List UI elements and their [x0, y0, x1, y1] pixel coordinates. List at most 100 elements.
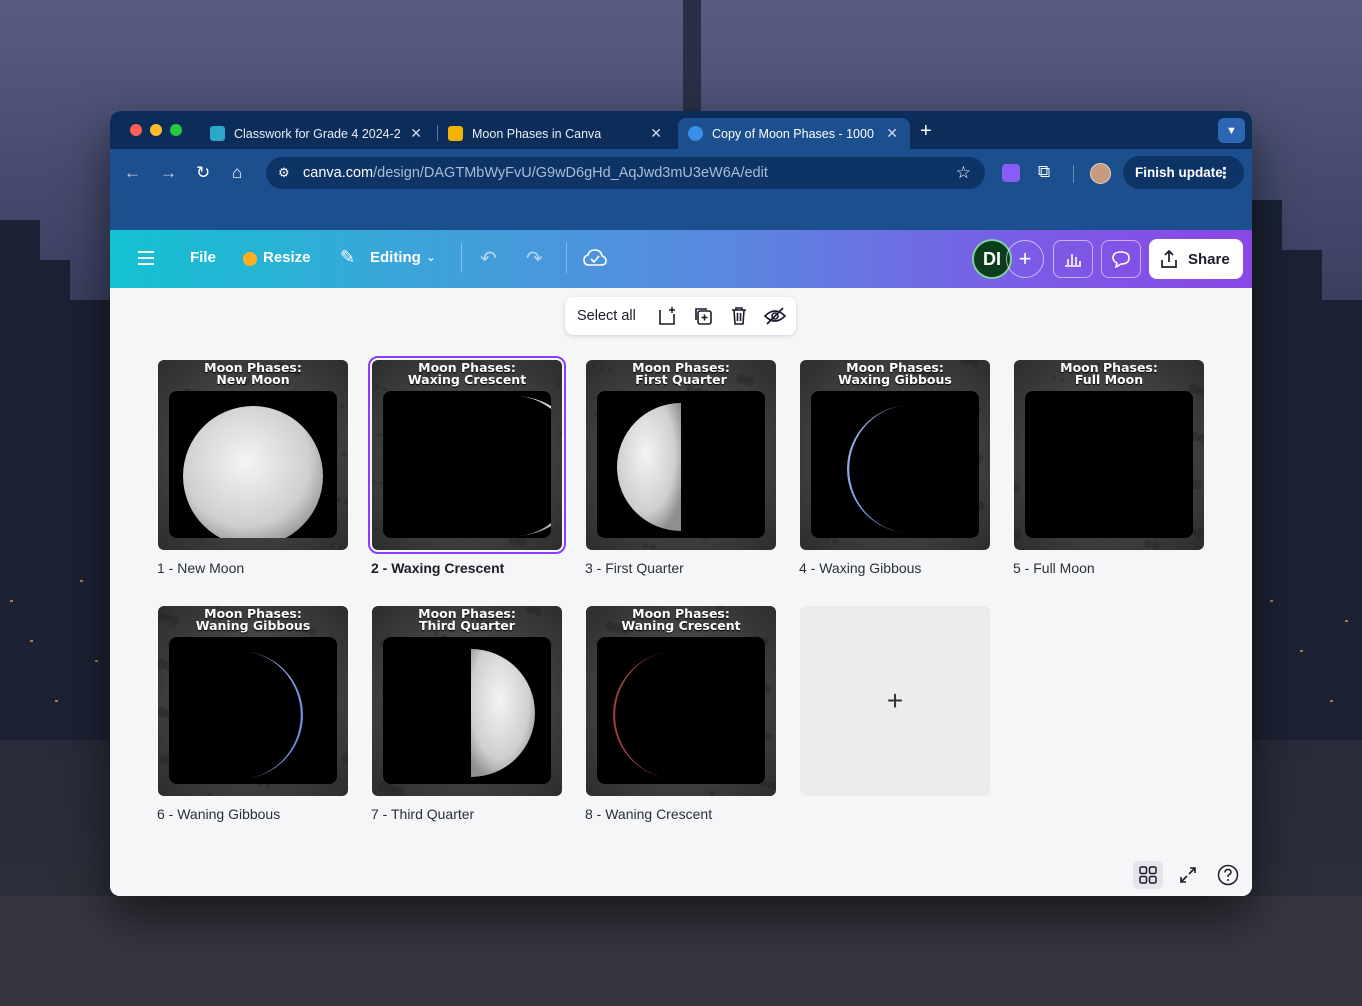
extensions-icon[interactable]: ⧉ — [1038, 162, 1050, 182]
duplicate-page-icon[interactable] — [692, 305, 714, 327]
resize-button[interactable]: Resize — [263, 249, 311, 266]
header-divider — [566, 243, 567, 273]
moon-photo-frame — [169, 391, 337, 538]
site-settings-icon[interactable]: ⚙ — [278, 165, 290, 181]
page-label[interactable]: 2 - Waxing Crescent — [371, 560, 504, 576]
undo-icon[interactable]: ↶ — [480, 246, 497, 271]
url-host: canva.com — [303, 165, 374, 181]
page-thumbnail[interactable]: Moon Phases: Waning Gibbous — [158, 606, 348, 796]
page-heading-line2: Waning Crescent — [621, 618, 741, 633]
help-question-icon — [1217, 864, 1239, 886]
page-thumbnail[interactable]: Moon Phases: Waxing Crescent — [368, 356, 566, 554]
page-thumbnail[interactable]: Moon Phases: Waning Crescent — [586, 606, 776, 796]
page-heading-line2: Waning Gibbous — [195, 618, 311, 633]
page-heading: Moon Phases: Waxing Gibbous — [800, 361, 990, 387]
moon-phase-graphic — [1025, 391, 1193, 538]
page-thumbnail[interactable]: Moon Phases: Full Moon — [1014, 360, 1204, 550]
page-label[interactable]: 3 - First Quarter — [585, 560, 684, 576]
more-menu-icon: ⋮ — [1217, 164, 1232, 182]
back-arrow-icon[interactable]: ← — [124, 163, 141, 183]
page-heading-line2: Full Moon — [1074, 372, 1144, 387]
page-thumbnail[interactable]: Moon Phases: Waxing Gibbous — [800, 360, 990, 550]
hamburger-menu-icon[interactable] — [138, 251, 154, 265]
chevron-down-icon[interactable]: ⌄ — [426, 250, 436, 264]
page-heading-line2: Waxing Gibbous — [838, 372, 952, 387]
page-heading: Moon Phases: Waxing Crescent — [372, 361, 562, 387]
browser-toolbar: ← → ↻ ⌂ ⚙ canva.com/design/DAGTMbWyFvU/G… — [110, 111, 1252, 230]
hide-eye-icon[interactable] — [764, 305, 786, 327]
moon-photo-frame — [169, 637, 337, 784]
help-button[interactable] — [1213, 861, 1243, 889]
moon-phase-graphic — [847, 405, 911, 533]
canva-header: File Resize ✎ Editing ⌄ ↶ ↷ DI + Share — [110, 230, 1252, 288]
page-label[interactable]: 8 - Waning Crescent — [585, 806, 712, 822]
moon-photo-frame — [383, 637, 551, 784]
moon-photo-frame — [811, 391, 979, 538]
page-label[interactable]: 4 - Waxing Gibbous — [799, 560, 921, 576]
add-page-button[interactable]: + — [800, 606, 990, 796]
grid-icon — [1139, 866, 1157, 884]
finish-update-button[interactable]: Finish update ⋮ — [1123, 156, 1244, 189]
page-heading-line2: Third Quarter — [419, 618, 515, 633]
bookmark-star-icon[interactable]: ☆ — [956, 163, 971, 183]
url-text: canva.com/design/DAGTMbWyFvU/G9wD6gHd_Aq… — [303, 165, 768, 181]
page-thumbnail[interactable]: Moon Phases: Third Quarter — [372, 606, 562, 796]
moon-photo-frame — [1025, 391, 1193, 538]
page-label[interactable]: 7 - Third Quarter — [371, 806, 474, 822]
page-label[interactable]: 5 - Full Moon — [1013, 560, 1095, 576]
moon-phase-graphic — [471, 649, 535, 777]
page-heading: Moon Phases: Third Quarter — [372, 607, 562, 633]
moon-photo-frame — [383, 391, 551, 538]
moon-photo-frame — [597, 637, 765, 784]
select-all-button[interactable]: Select all — [577, 308, 636, 324]
fullscreen-button[interactable] — [1173, 861, 1203, 889]
comment-bubble-icon — [1112, 251, 1130, 268]
upload-share-icon — [1161, 249, 1177, 268]
moon-phase-graphic — [515, 396, 551, 536]
comments-button[interactable] — [1101, 240, 1141, 278]
moon-photo-frame — [597, 391, 765, 538]
page-label[interactable]: 1 - New Moon — [157, 560, 244, 576]
trash-icon[interactable] — [728, 305, 750, 327]
home-icon[interactable]: ⌂ — [232, 163, 242, 183]
profile-avatar[interactable] — [1090, 163, 1111, 184]
moon-phase-graphic — [617, 403, 681, 531]
add-collaborator-button[interactable]: + — [1006, 240, 1044, 278]
forward-arrow-icon[interactable]: → — [160, 163, 177, 183]
page-action-bar: Select all — [565, 297, 796, 335]
browser-window: Classwork for Grade 4 2024-2 ✕ Moon Phas… — [110, 111, 1252, 896]
file-menu-button[interactable]: File — [190, 249, 216, 266]
page-heading: Moon Phases: New Moon — [158, 361, 348, 387]
page-heading: Moon Phases: Full Moon — [1014, 361, 1204, 387]
page-heading-line2: First Quarter — [635, 372, 727, 387]
address-bar[interactable]: ⚙ canva.com/design/DAGTMbWyFvU/G9wD6gHd_… — [266, 157, 985, 189]
header-divider — [461, 243, 462, 273]
moon-phase-graphic — [183, 406, 323, 538]
redo-icon[interactable]: ↷ — [526, 246, 543, 271]
share-button[interactable]: Share — [1149, 239, 1243, 279]
page-thumbnail[interactable]: Moon Phases: New Moon — [158, 360, 348, 550]
finish-update-label: Finish update — [1135, 165, 1223, 180]
share-label: Share — [1188, 250, 1230, 268]
pencil-icon: ✎ — [340, 247, 356, 267]
add-page-icon[interactable] — [656, 305, 678, 327]
grid-view-button[interactable] — [1133, 861, 1163, 889]
page-grid-view: Select all Moon Phases: New Moon 1 - New M… — [110, 288, 1252, 896]
reload-icon[interactable]: ↻ — [196, 163, 210, 183]
extension-puzzle-purple-icon[interactable] — [1002, 164, 1020, 182]
page-heading-line2: New Moon — [216, 372, 290, 387]
editing-mode-button[interactable]: Editing — [370, 249, 421, 266]
url-path: /design/DAGTMbWyFvU/G9wD6gHd_AqJwd3mU3eW… — [373, 165, 768, 181]
page-label[interactable]: 6 - Waning Gibbous — [157, 806, 280, 822]
moon-phase-graphic — [239, 651, 303, 779]
bar-chart-icon — [1065, 254, 1081, 267]
insights-button[interactable] — [1053, 240, 1093, 278]
page-heading: Moon Phases: First Quarter — [586, 361, 776, 387]
cloud-saved-icon[interactable] — [583, 248, 607, 268]
moon-phase-graphic — [613, 651, 677, 779]
toolbar-divider — [1073, 165, 1074, 183]
page-heading-line2: Waxing Crescent — [407, 372, 527, 387]
crown-icon — [243, 252, 257, 266]
page-thumbnail[interactable]: Moon Phases: First Quarter — [586, 360, 776, 550]
expand-icon — [1180, 867, 1196, 883]
